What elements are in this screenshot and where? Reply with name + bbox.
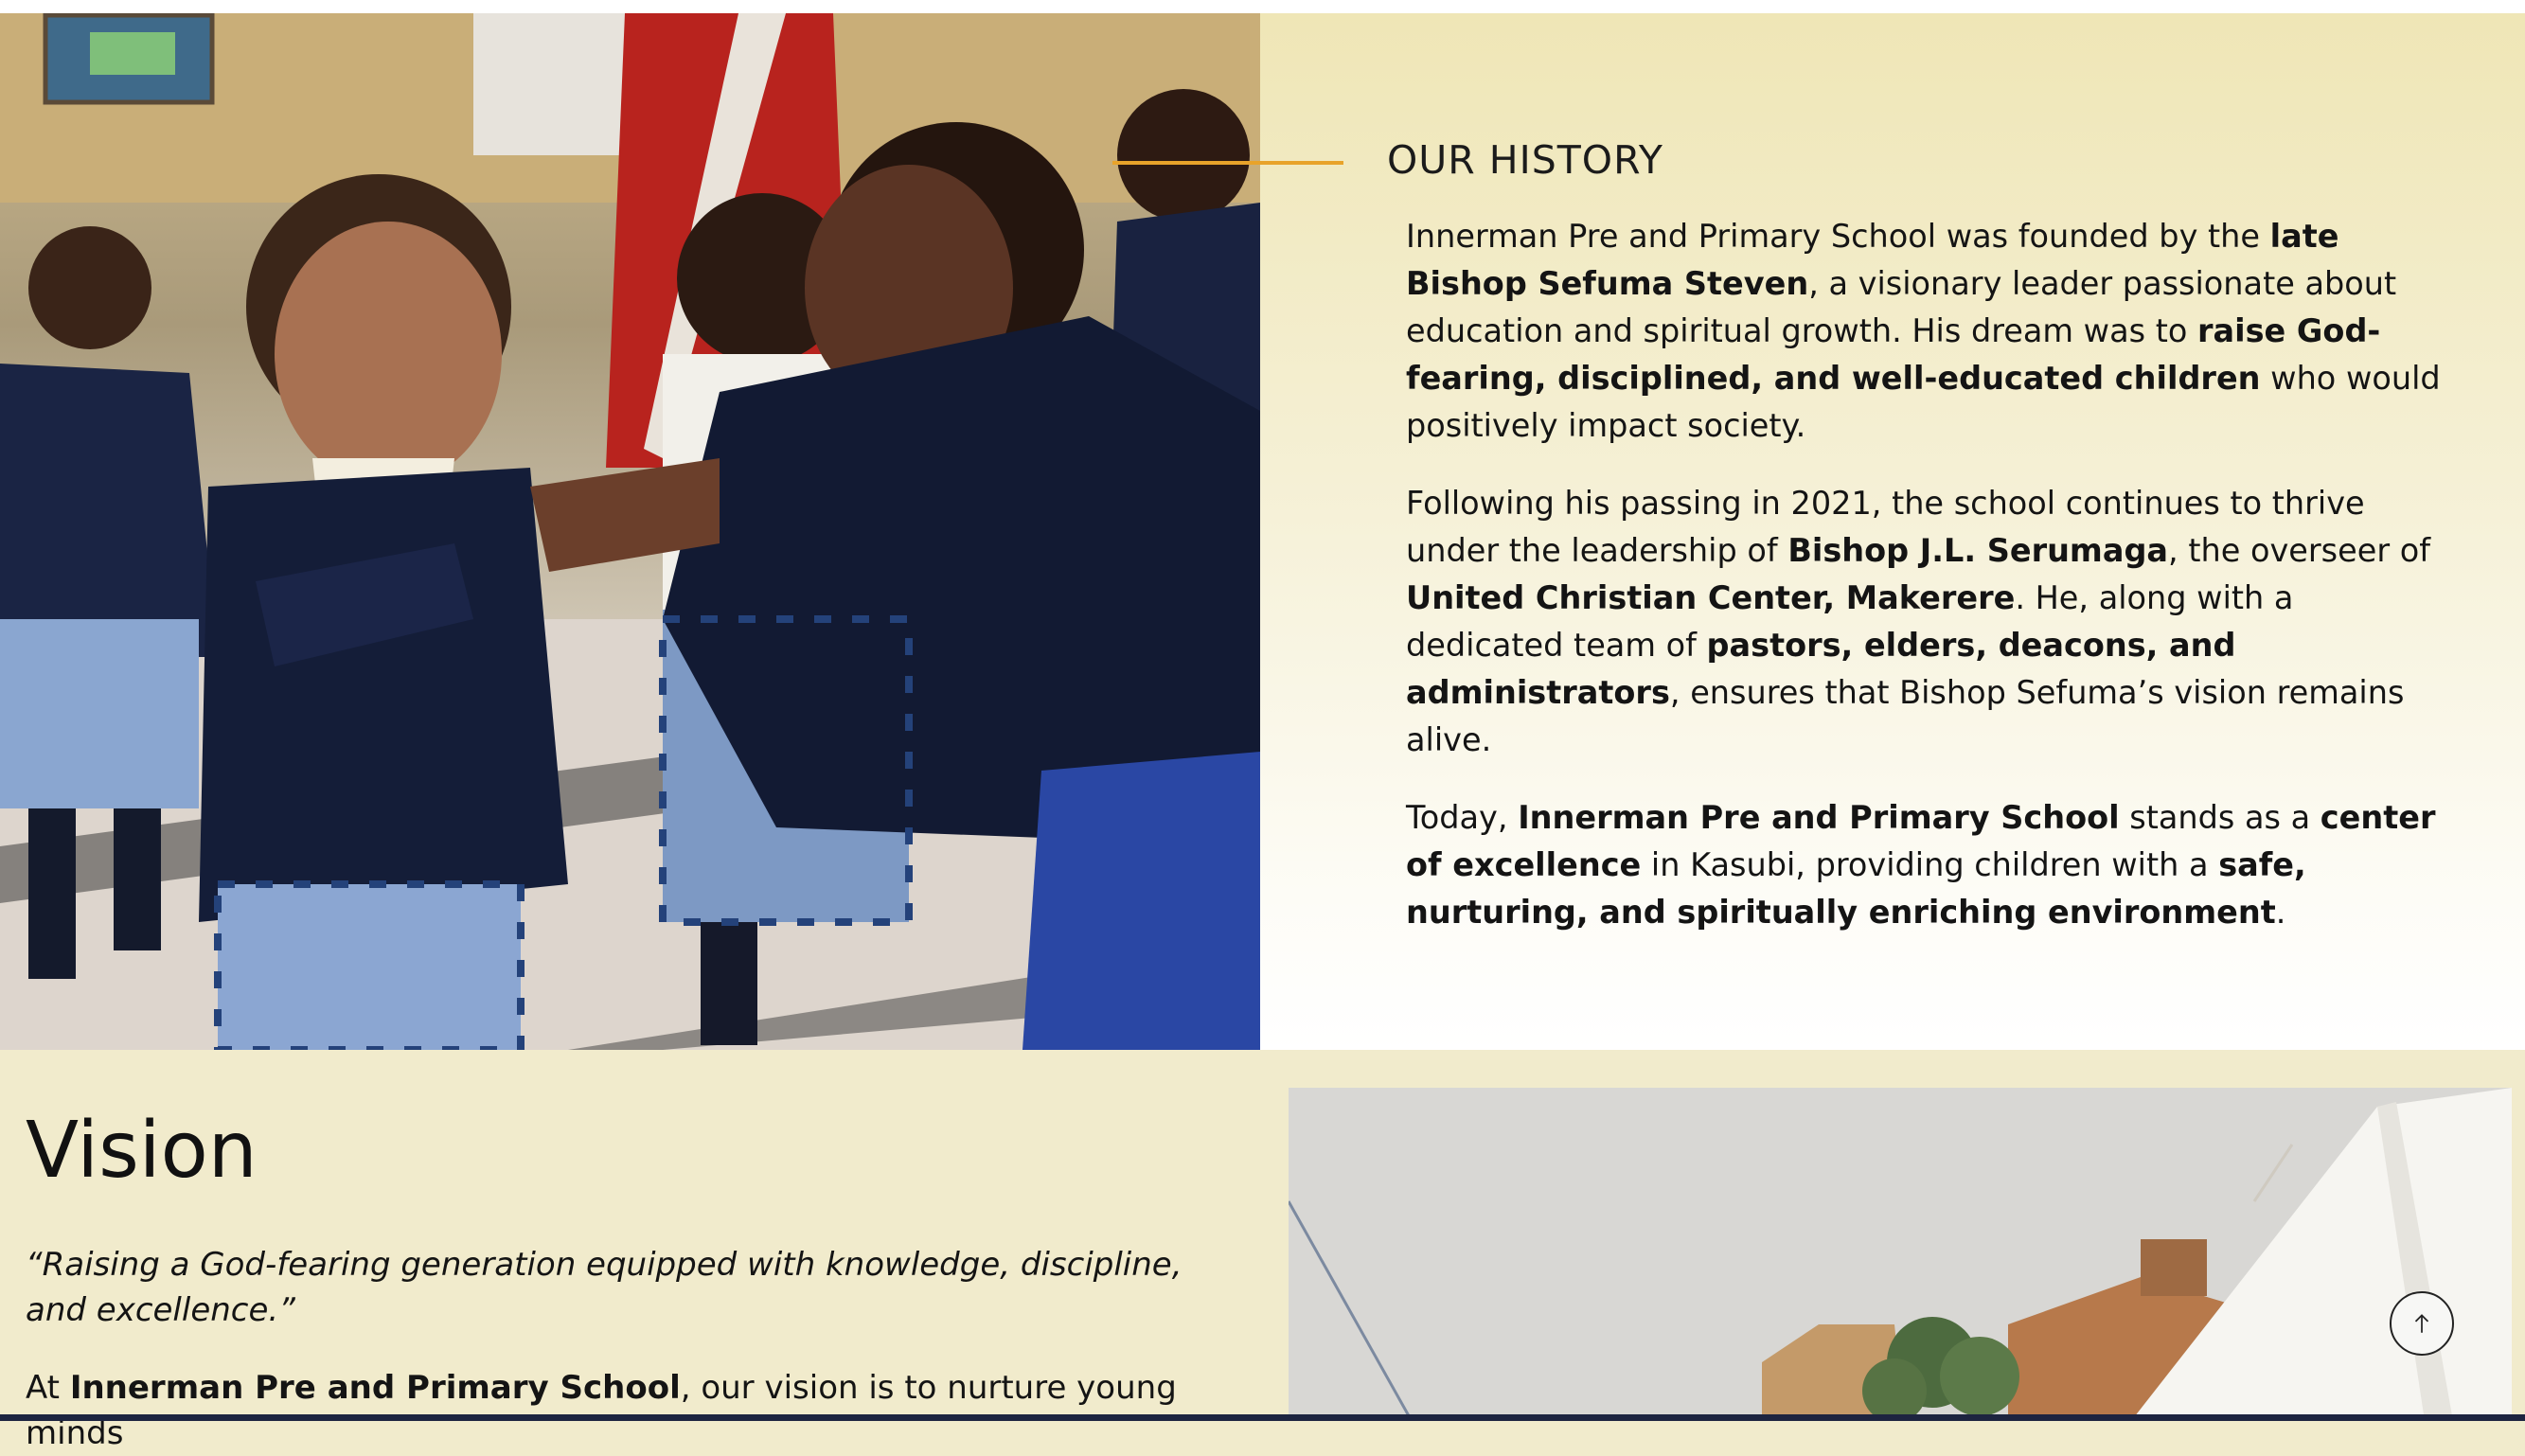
vision-quote: “Raising a God-fearing generation equipp… (26, 1246, 1182, 1329)
history-paragraph-today: Today, Innerman Pre and Primary School s… (1406, 799, 2436, 931)
history-paragraph-leadership: Following his passing in 2021, the schoo… (1406, 485, 2431, 758)
bottom-bar (0, 1414, 2525, 1421)
school-grounds-photo (1289, 1088, 2512, 1421)
history-title: OUR HISTORY (1387, 137, 1663, 183)
history-text: Innerman Pre and Primary School was foun… (1406, 213, 2457, 967)
history-paragraph-founding: Innerman Pre and Primary School was foun… (1406, 218, 2441, 444)
students-photo (0, 13, 1260, 1050)
title-accent-line (1112, 161, 1343, 165)
arrow-up-icon (2414, 1314, 2429, 1333)
top-strip (0, 0, 2525, 13)
vision-title: Vision (26, 1106, 258, 1196)
vision-body: At Innerman Pre and Primary School, our … (26, 1369, 1177, 1452)
scroll-to-top-button[interactable] (2390, 1291, 2454, 1356)
